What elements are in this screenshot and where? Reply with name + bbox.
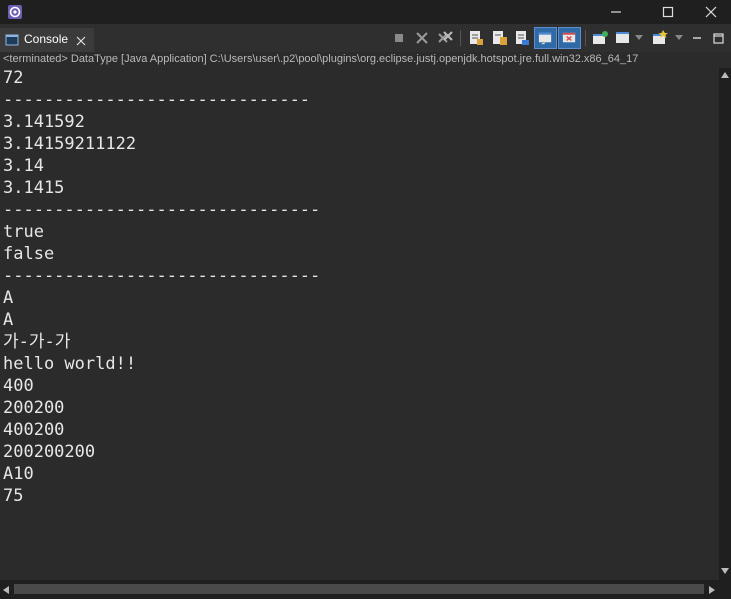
console-line: 3.14	[3, 156, 44, 176]
show-console-stderr-icon	[562, 32, 576, 43]
view-minimize-icon[interactable]	[692, 33, 702, 43]
terminate-icon[interactable]	[390, 29, 408, 47]
chevron-down-icon[interactable]	[675, 35, 683, 41]
console-line: 400	[3, 376, 34, 396]
tab-console[interactable]: Console	[0, 28, 94, 52]
console-icon	[5, 34, 19, 46]
console-line: hello world!!	[3, 354, 137, 374]
console-line: 3.14159211122	[3, 134, 137, 154]
minimize-button[interactable]	[593, 0, 639, 24]
scroll-down-icon[interactable]	[721, 568, 729, 574]
console-line: 200200200	[3, 442, 96, 462]
console-line: 3.141592	[3, 112, 85, 132]
console-view-toolbar: Console	[0, 24, 731, 53]
close-window-button[interactable]	[688, 0, 731, 24]
console-line: -------------------------------	[3, 266, 321, 286]
console-line: 3.1415	[3, 178, 65, 198]
show-on-stderr-button[interactable]	[558, 27, 581, 49]
console-line: A	[3, 288, 14, 308]
toolbar-separator	[460, 30, 461, 46]
word-wrap-icon[interactable]	[513, 29, 531, 47]
remove-launch-icon[interactable]	[413, 29, 431, 47]
console-line: A	[3, 310, 14, 330]
scroll-left-icon[interactable]	[3, 586, 9, 594]
maximize-button[interactable]	[645, 0, 691, 24]
horizontal-scrollbar[interactable]	[0, 580, 731, 599]
view-maximize-icon[interactable]	[713, 33, 724, 44]
console-line: true	[3, 222, 44, 242]
display-selected-console-icon[interactable]	[614, 29, 632, 47]
scroll-lock-icon[interactable]	[490, 29, 508, 47]
show-console-stdout-icon	[538, 32, 552, 45]
window-title-bar	[0, 0, 731, 24]
open-console-icon[interactable]	[651, 29, 669, 47]
maximize-icon	[662, 6, 674, 18]
horizontal-scroll-thumb[interactable]	[14, 584, 704, 594]
tab-console-label: Console	[24, 32, 69, 46]
console-output[interactable]: 72 ------------------------------ 3.141592…	[0, 68, 719, 580]
tab-close-icon[interactable]	[76, 36, 86, 46]
toolbar-separator	[585, 30, 586, 46]
vertical-scrollbar[interactable]	[719, 68, 731, 580]
chevron-down-icon[interactable]	[635, 35, 643, 41]
minimize-icon	[611, 11, 621, 13]
close-icon	[705, 6, 717, 18]
console-line: 400200	[3, 420, 65, 440]
console-line: ------------------------------	[3, 90, 311, 110]
console-line: 72	[3, 68, 24, 88]
console-line: false	[3, 244, 55, 264]
console-line: -------------------------------	[3, 200, 321, 220]
show-on-stdout-button[interactable]	[534, 27, 557, 49]
console-line: A10	[3, 464, 34, 484]
scroll-right-icon[interactable]	[709, 586, 715, 594]
scroll-up-icon[interactable]	[721, 72, 729, 78]
console-line: 가-가-가	[3, 332, 71, 352]
clear-console-icon[interactable]	[467, 29, 485, 47]
console-line: 75	[3, 486, 24, 506]
eclipse-app-icon	[8, 5, 22, 19]
process-status-line: <terminated> DataType [Java Application]…	[0, 52, 731, 68]
remove-all-terminated-icon[interactable]	[436, 29, 454, 47]
pin-console-icon[interactable]	[591, 29, 609, 47]
console-line: 200200	[3, 398, 65, 418]
